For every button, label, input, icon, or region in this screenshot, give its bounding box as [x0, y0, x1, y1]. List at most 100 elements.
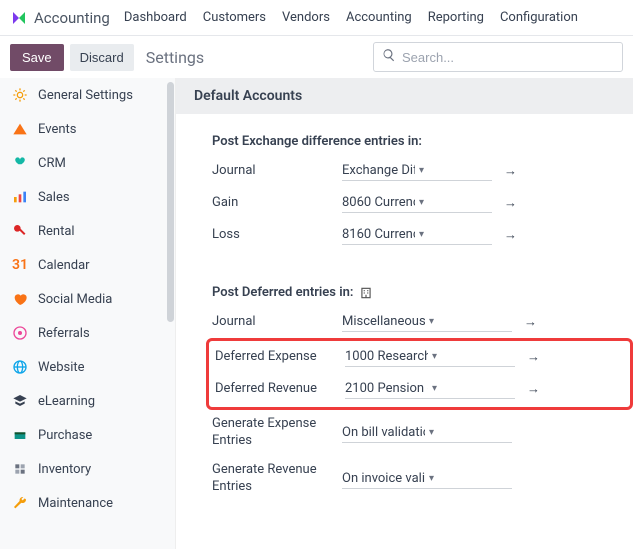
sidebar-item-label: Referrals [38, 326, 90, 341]
chevron-down-icon: ▾ [419, 165, 492, 176]
app-logo-icon [10, 9, 28, 27]
field-label: Journal [212, 314, 342, 331]
sidebar-item-label: Rental [38, 224, 75, 239]
heart-icon [12, 291, 28, 307]
graduation-icon [12, 393, 28, 409]
field-label: Loss [212, 227, 342, 244]
calendar-icon: 31 [12, 257, 28, 273]
crm-icon [12, 155, 28, 171]
chevron-down-icon: ▾ [432, 383, 515, 394]
sidebar-item-label: Events [38, 122, 76, 137]
field-label: Generate Revenue Entries [212, 462, 342, 496]
row-exchange-gain: Gain 8060 Currency gain (acc▾ → [212, 193, 633, 213]
referrals-icon [12, 325, 28, 341]
external-link-icon[interactable]: → [504, 195, 517, 211]
inventory-icon [12, 461, 28, 477]
row-deferred-expense: Deferred Expense 1000 Research and deve▾… [215, 347, 630, 367]
sidebar-item-maintenance[interactable]: Maintenance [0, 486, 175, 520]
search-icon [382, 48, 402, 66]
chevron-down-icon: ▾ [432, 351, 515, 362]
building-icon [359, 286, 373, 300]
highlight-box: Deferred Expense 1000 Research and deve▾… [206, 338, 633, 410]
chevron-down-icon: ▾ [429, 427, 512, 438]
sidebar-item-label: Social Media [38, 292, 112, 307]
sidebar-item-referrals[interactable]: Referrals [0, 316, 175, 350]
menu-vendors[interactable]: Vendors [282, 10, 330, 25]
row-exchange-journal: Journal Exchange Difference▾ → [212, 161, 633, 181]
row-generate-expense: Generate Expense Entries On bill validat… [212, 416, 633, 450]
row-deferred-revenue: Deferred Revenue 2100 Pension obligation… [215, 379, 630, 399]
field-label: Deferred Revenue [215, 381, 345, 398]
purchase-icon [12, 427, 28, 443]
rental-icon [12, 223, 28, 239]
row-deferred-journal: Journal Miscellaneous Operation▾ → [212, 312, 633, 332]
external-link-icon[interactable]: → [524, 314, 537, 330]
menu-configuration[interactable]: Configuration [500, 10, 578, 25]
field-label: Journal [212, 163, 342, 180]
top-menu-bar: Accounting Dashboard Customers Vendors A… [0, 0, 633, 36]
deferred-revenue-select[interactable]: 2100 Pension obligation▾ [345, 379, 515, 399]
gain-select[interactable]: 8060 Currency gain (acc▾ [342, 193, 492, 213]
deferred-expense-select[interactable]: 1000 Research and deve▾ [345, 347, 515, 367]
row-generate-revenue: Generate Revenue Entries On invoice vali… [212, 462, 633, 496]
sidebar-item-website[interactable]: Website [0, 350, 175, 384]
settings-sidebar: General Settings Events CRM Sales Rental… [0, 78, 176, 549]
sidebar-item-purchase[interactable]: Purchase [0, 418, 175, 452]
loss-select[interactable]: 8160 Currency loss (dis▾ [342, 225, 492, 245]
save-button[interactable]: Save [10, 44, 64, 71]
sidebar-item-label: Sales [38, 190, 70, 205]
wrench-icon [12, 495, 28, 511]
sidebar-item-calendar[interactable]: 31 Calendar [0, 248, 175, 282]
action-bar: Save Discard Settings [0, 36, 633, 78]
search-input[interactable] [402, 50, 614, 65]
external-link-icon[interactable]: → [527, 381, 540, 397]
sidebar-item-label: General Settings [38, 88, 133, 103]
sidebar-item-social-media[interactable]: Social Media [0, 282, 175, 316]
menu-reporting[interactable]: Reporting [428, 10, 484, 25]
sidebar-item-crm[interactable]: CRM [0, 146, 175, 180]
sidebar-item-label: CRM [38, 156, 66, 171]
menu-dashboard[interactable]: Dashboard [124, 10, 187, 25]
sidebar-item-label: eLearning [38, 394, 95, 409]
deferred-journal-select[interactable]: Miscellaneous Operation▾ [342, 312, 512, 332]
page-heading: Settings [146, 48, 204, 67]
field-label: Gain [212, 195, 342, 212]
events-icon [12, 121, 28, 137]
section-title: Default Accounts [176, 78, 633, 114]
group-exchange-title: Post Exchange difference entries in: [212, 134, 633, 149]
sidebar-item-general-settings[interactable]: General Settings [0, 78, 175, 112]
top-menu: Dashboard Customers Vendors Accounting R… [124, 10, 578, 25]
chevron-down-icon: ▾ [429, 473, 512, 484]
generate-expense-select[interactable]: On bill validation▾ [342, 423, 512, 443]
sidebar-item-label: Inventory [38, 462, 91, 477]
sidebar-item-label: Purchase [38, 428, 92, 443]
field-label: Deferred Expense [215, 349, 345, 366]
search-box[interactable] [373, 42, 623, 72]
external-link-icon[interactable]: → [504, 163, 517, 179]
gear-icon [12, 87, 28, 103]
external-link-icon[interactable]: → [504, 227, 517, 243]
sidebar-item-events[interactable]: Events [0, 112, 175, 146]
row-exchange-loss: Loss 8160 Currency loss (dis▾ → [212, 225, 633, 245]
chevron-down-icon: ▾ [419, 197, 492, 208]
settings-content: Default Accounts Post Exchange differenc… [176, 78, 633, 549]
external-link-icon[interactable]: → [527, 349, 540, 365]
menu-accounting[interactable]: Accounting [346, 10, 412, 25]
field-label: Generate Expense Entries [212, 416, 342, 450]
journal-select[interactable]: Exchange Difference▾ [342, 161, 492, 181]
menu-customers[interactable]: Customers [203, 10, 266, 25]
sidebar-scrollbar[interactable] [167, 82, 174, 322]
discard-button[interactable]: Discard [70, 44, 134, 71]
sidebar-item-elearning[interactable]: eLearning [0, 384, 175, 418]
sidebar-item-inventory[interactable]: Inventory [0, 452, 175, 486]
group-deferred-title: Post Deferred entries in: [212, 285, 633, 300]
sidebar-item-rental[interactable]: Rental [0, 214, 175, 248]
chevron-down-icon: ▾ [429, 316, 512, 327]
app-title: Accounting [34, 9, 110, 27]
sidebar-item-label: Website [38, 360, 85, 375]
sidebar-item-label: Calendar [38, 258, 90, 273]
sidebar-item-label: Maintenance [38, 496, 113, 511]
sidebar-item-sales[interactable]: Sales [0, 180, 175, 214]
generate-revenue-select[interactable]: On invoice validation▾ [342, 469, 512, 489]
chevron-down-icon: ▾ [419, 229, 492, 240]
